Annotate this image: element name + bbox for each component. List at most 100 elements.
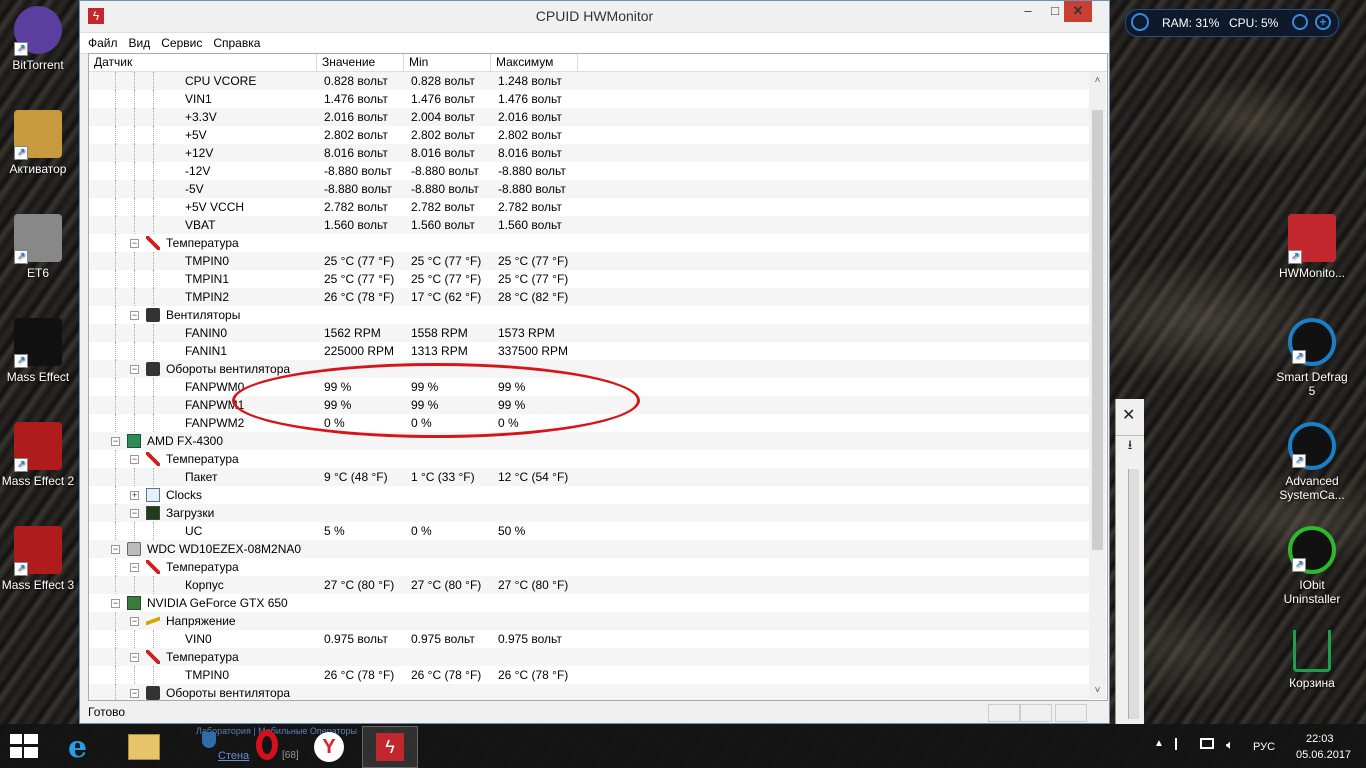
table-row[interactable]: UC 5 % 0 % 50 % [89, 522, 1089, 540]
table-row[interactable]: FANIN0 1562 RPM 1558 RPM 1573 RPM [89, 324, 1089, 342]
table-row[interactable]: − Вентиляторы [89, 306, 1089, 324]
collapse-toggle-icon[interactable]: − [130, 455, 139, 464]
table-row[interactable]: − NVIDIA GeForce GTX 650 [89, 594, 1089, 612]
desktop-icon-et6[interactable]: ↗ ET6 [0, 214, 76, 280]
desktop-icon-mass-effect-3[interactable]: ↗ Mass Effect 3 [0, 526, 76, 592]
system-monitor-gadget[interactable]: RAM: 31% CPU: 5% + [1125, 9, 1339, 37]
close-button[interactable]: ✕ [1064, 1, 1092, 22]
table-row[interactable]: Пакет 9 °C (48 °F) 1 °C (33 °F) 12 °C (54 °… [89, 468, 1089, 486]
menu-service[interactable]: Сервис [161, 36, 202, 50]
scroll-down-icon[interactable]: ˅ [1089, 682, 1106, 699]
taskbar-yandex[interactable]: Y [302, 726, 356, 766]
tray-time[interactable]: 22:03 [1306, 733, 1334, 745]
expand-toggle-icon[interactable]: + [130, 491, 139, 500]
table-row[interactable]: − Температура [89, 648, 1089, 666]
table-row[interactable]: TMPIN0 26 °C (78 °F) 26 °C (78 °F) 26 °C (7… [89, 666, 1089, 684]
mass-effect-icon: ↗ [14, 318, 62, 368]
menu-view[interactable]: Вид [129, 36, 151, 50]
taskbar-explorer[interactable] [116, 726, 170, 766]
menu-file[interactable]: Файл [88, 36, 118, 50]
gadget-add-icon[interactable]: + [1315, 14, 1331, 30]
table-row[interactable]: FANIN1 225000 RPM 1313 RPM 337500 RPM [89, 342, 1089, 360]
desktop-icon-smart-defrag[interactable]: ↗ Smart Defrag 5 [1274, 318, 1350, 398]
scroll-thumb[interactable] [1092, 110, 1103, 550]
table-row[interactable]: − Напряжение [89, 612, 1089, 630]
desktop-icon-bittorrent[interactable]: ↗ BitTorrent [0, 6, 76, 72]
table-row[interactable]: VIN1 1.476 вольт 1.476 вольт 1.476 вольт [89, 90, 1089, 108]
table-row[interactable]: +3.3V 2.016 вольт 2.004 вольт 2.016 вольт [89, 108, 1089, 126]
menu-help[interactable]: Справка [213, 36, 260, 50]
column-min[interactable]: Min [404, 54, 491, 71]
table-row[interactable]: +5V VCCH 2.782 вольт 2.782 вольт 2.782 воль… [89, 198, 1089, 216]
desktop-icon-mass-effect[interactable]: ↗ Mass Effect [0, 318, 76, 384]
desktop-icon-recycle-bin[interactable]: Корзина [1274, 630, 1350, 690]
taskbar-shield[interactable] [190, 726, 244, 766]
table-row[interactable]: − Температура [89, 558, 1089, 576]
table-row[interactable]: − AMD FX-4300 [89, 432, 1089, 450]
collapse-toggle-icon[interactable]: − [130, 653, 139, 662]
table-row[interactable]: TMPIN0 25 °C (77 °F) 25 °C (77 °F) 25 °C (7… [89, 252, 1089, 270]
desktop-icon-label: Smart Defrag 5 [1276, 370, 1348, 398]
table-row[interactable]: − Обороты вентилятора [89, 684, 1089, 700]
table-row[interactable]: +12V 8.016 вольт 8.016 вольт 8.016 вольт [89, 144, 1089, 162]
desktop-icon-mass-effect-2[interactable]: ↗ Mass Effect 2 [0, 422, 76, 488]
table-row[interactable]: TMPIN1 25 °C (77 °F) 25 °C (77 °F) 25 °C (7… [89, 270, 1089, 288]
title-bar[interactable]: ϟ CPUID HWMonitor – □ ✕ [80, 1, 1109, 32]
table-row[interactable]: FANPWM0 99 % 99 % 99 % [89, 378, 1089, 396]
table-row[interactable]: VIN0 0.975 вольт 0.975 вольт 0.975 вольт [89, 630, 1089, 648]
tray-flag-icon[interactable] [1175, 738, 1189, 750]
tray-language[interactable]: РУС [1253, 741, 1275, 753]
table-row[interactable]: -5V -8.880 вольт -8.880 вольт -8.880 вольт [89, 180, 1089, 198]
minimize-button[interactable]: – [1014, 1, 1042, 22]
table-row[interactable]: +5V 2.802 вольт 2.802 вольт 2.802 вольт [89, 126, 1089, 144]
column-value[interactable]: Значение [317, 54, 404, 71]
table-row[interactable]: -12V -8.880 вольт -8.880 вольт -8.880 вольт [89, 162, 1089, 180]
table-row[interactable]: CPU VCORE 0.828 вольт 0.828 вольт 1.248 вол… [89, 72, 1089, 90]
column-max[interactable]: Максимум [491, 54, 578, 71]
tree-line [115, 504, 116, 522]
desktop-icon-iobit-uninstaller[interactable]: ↗ IObit Uninstaller [1274, 526, 1350, 606]
sensor-label: FANPWM1 [185, 398, 245, 412]
tray-volume-icon[interactable]: 🔈︎ [1226, 737, 1234, 753]
start-button[interactable] [10, 734, 38, 758]
table-row[interactable]: + Clocks [89, 486, 1089, 504]
collapse-toggle-icon[interactable]: − [130, 239, 139, 248]
table-row[interactable]: − Обороты вентилятора [89, 360, 1089, 378]
collapse-toggle-icon[interactable]: − [130, 365, 139, 374]
tray-show-hidden-icon[interactable]: ▲ [1154, 738, 1164, 749]
tray-date[interactable]: 05.06.2017 [1296, 749, 1351, 761]
taskbar-opera[interactable] [246, 726, 300, 766]
table-row[interactable]: − Температура [89, 450, 1089, 468]
collapse-toggle-icon[interactable]: − [130, 509, 139, 518]
desktop-icon-hwmonitor[interactable]: ↗ HWMonito... [1274, 214, 1350, 280]
table-row[interactable]: FANPWM2 0 % 0 % 0 % [89, 414, 1089, 432]
tray-network-icon[interactable] [1200, 738, 1214, 749]
scroll-up-icon[interactable]: ˄ [1089, 72, 1106, 89]
collapse-toggle-icon[interactable]: − [111, 545, 120, 554]
side-panel-close-icon[interactable]: ✕ [1122, 405, 1135, 425]
table-row[interactable]: − Загрузки [89, 504, 1089, 522]
taskbar-hwmonitor[interactable]: ϟ [362, 726, 418, 768]
desktop-icon-activator[interactable]: ↗ Активатор [0, 110, 76, 176]
collapse-toggle-icon[interactable]: − [111, 437, 120, 446]
side-panel-download-icon[interactable]: ⭳ [1116, 435, 1144, 460]
collapse-toggle-icon[interactable]: − [130, 689, 139, 698]
table-row[interactable]: VBAT 1.560 вольт 1.560 вольт 1.560 вольт [89, 216, 1089, 234]
table-row[interactable]: Корпус 27 °C (80 °F) 27 °C (80 °F) 27 °C (8… [89, 576, 1089, 594]
table-row[interactable]: − Температура [89, 234, 1089, 252]
collapse-toggle-icon[interactable]: − [111, 599, 120, 608]
table-row[interactable]: TMPIN2 26 °C (78 °F) 17 °C (62 °F) 28 °C (8… [89, 288, 1089, 306]
collapse-toggle-icon[interactable]: − [130, 311, 139, 320]
table-row[interactable]: FANPWM1 99 % 99 % 99 % [89, 396, 1089, 414]
side-panel-scrollbar[interactable] [1128, 469, 1139, 719]
gadget-speed-icon[interactable] [1292, 14, 1308, 30]
column-sensor[interactable]: Датчик [89, 54, 317, 71]
taskbar-ie[interactable]: e [58, 726, 112, 766]
sensor-value: 1562 RPM [324, 326, 381, 340]
table-row[interactable]: − WDC WD10EZEX-08M2NA0 [89, 540, 1089, 558]
collapse-toggle-icon[interactable]: − [130, 563, 139, 572]
vertical-scrollbar[interactable]: ˄ ˅ [1089, 72, 1106, 699]
desktop-icon-advanced-systemcare[interactable]: ↗ Advanced SystemCa... [1274, 422, 1350, 502]
shortcut-arrow-icon: ↗ [1288, 250, 1302, 264]
collapse-toggle-icon[interactable]: − [130, 617, 139, 626]
